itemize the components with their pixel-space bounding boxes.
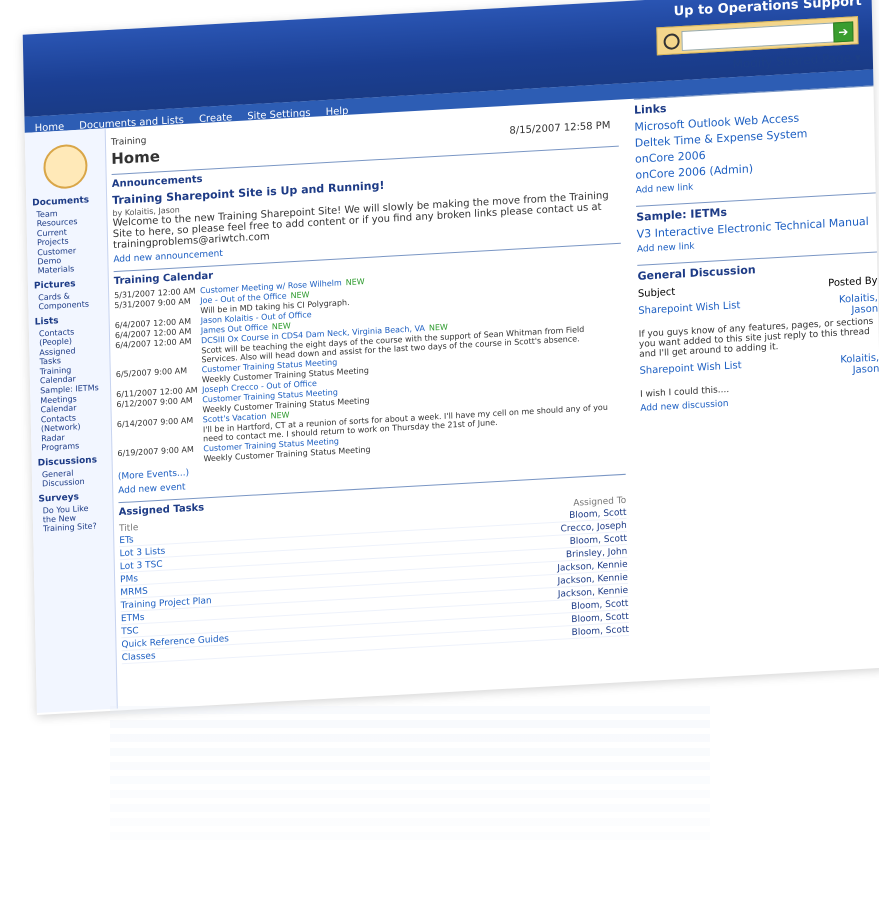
sidebar-item-radar-programs[interactable]: Radar Programs [41, 431, 101, 452]
tasks-col-title[interactable]: Title [119, 523, 138, 534]
links-webpart: Links Microsoft Outlook Web Access Delte… [633, 85, 876, 196]
main-content: Training Home 8/15/2007 12:58 PM Announc… [105, 99, 636, 708]
ietm-webpart: Sample: IETMs V3 Interactive Electronic … [636, 192, 877, 255]
task-assigned[interactable]: Bloom, Scott [571, 599, 629, 612]
go-arrow-icon[interactable]: ➔ [833, 21, 854, 43]
reflection-fade [0, 720, 879, 910]
ghost-line [110, 706, 710, 714]
tasks-webpart: Assigned Tasks Title Assigned To ETs Blo… [118, 473, 630, 665]
discussion-posted-by[interactable]: Kolaitis, Jason [819, 352, 879, 377]
sidebar: Documents Team Resources Current Project… [24, 128, 118, 714]
calendar-date: 6/19/2007 9:00 AM [117, 444, 194, 459]
new-badge: NEW [290, 290, 310, 301]
new-badge: NEW [271, 321, 291, 332]
task-title[interactable]: Classes [122, 651, 156, 663]
calendar-date: 6/5/2007 9:00 AM [115, 366, 188, 380]
task-assigned[interactable]: Brinsley, John [566, 547, 628, 560]
task-assigned[interactable]: Bloom, Scott [569, 508, 627, 521]
task-assigned[interactable]: Bloom, Scott [572, 625, 630, 638]
discussion-col-posted[interactable]: Posted By [828, 275, 878, 289]
task-assigned[interactable]: Jackson, Kennie [557, 573, 627, 587]
search-bar: ➔ [656, 16, 859, 56]
task-assigned[interactable]: Bloom, Scott [571, 612, 629, 625]
sidebar-item-team-resources[interactable]: Team Resources [36, 207, 96, 228]
task-assigned[interactable]: Bloom, Scott [570, 534, 628, 547]
calendar-webpart: Training Calendar 5/31/2007 12:00 AM Cus… [113, 242, 626, 497]
sidebar-item-meetings-calendar[interactable]: Meetings Calendar [40, 393, 100, 414]
task-title[interactable]: ETs [119, 535, 134, 546]
new-badge: NEW [345, 277, 365, 288]
task-assigned[interactable]: Jackson, Kennie [557, 560, 627, 574]
task-assigned[interactable]: Crecco, Joseph [561, 521, 627, 535]
task-assigned[interactable]: Jackson, Kennie [558, 586, 628, 600]
task-title[interactable]: ETMs [121, 613, 145, 624]
search-icon [663, 33, 680, 51]
sidebar-item-general-discussion[interactable]: General Discussion [42, 467, 102, 489]
scene: Up to Operations Support ➔ Modify Shared… [0, 0, 879, 910]
sidebar-item-customer-demo[interactable]: Customer Demo Materials [37, 245, 97, 275]
task-title[interactable]: Lot 3 Lists [119, 547, 165, 560]
discussion-webpart: General Discussion Subject Posted By Sha… [637, 251, 879, 414]
modify-shared-page[interactable]: Modify Shared Page ▾ [732, 50, 861, 71]
tasks-col-assigned[interactable]: Assigned To [573, 496, 626, 509]
sidebar-item-survey[interactable]: Do You Like the New Training Site? [43, 503, 103, 534]
sidebar-item-training-calendar[interactable]: Training Calendar [40, 364, 100, 386]
right-column: Links Microsoft Outlook Web Access Delte… [633, 85, 879, 679]
sidebar-item-current-projects[interactable]: Current Projects [37, 226, 97, 248]
new-badge: NEW [270, 410, 290, 421]
sidebar-item-assigned-tasks[interactable]: Assigned Tasks [39, 345, 99, 366]
calendar-date: 6/14/2007 9:00 AM [116, 415, 194, 430]
sidebar-item-cards[interactable]: Cards & Components [38, 290, 98, 312]
search-input[interactable] [681, 22, 838, 52]
discussion-posted-by[interactable]: Kolaitis, Jason [818, 292, 878, 317]
discussion-subject[interactable]: Sharepoint Wish List [638, 300, 741, 328]
sharepoint-page: Up to Operations Support ➔ Modify Shared… [22, 0, 879, 716]
new-badge: NEW [428, 322, 448, 333]
sidebar-item-contacts-people[interactable]: Contacts (People) [39, 326, 99, 347]
task-title[interactable]: Lot 3 TSC [120, 560, 163, 572]
task-title[interactable]: PMs [120, 574, 138, 585]
sidebar-item-contacts-network[interactable]: Contacts (Network) [41, 412, 101, 433]
task-title[interactable]: TSC [121, 626, 139, 637]
task-title[interactable]: MRMS [120, 587, 148, 599]
discussion-col-subject[interactable]: Subject [638, 287, 676, 300]
discussion-subject[interactable]: Sharepoint Wish List [639, 360, 742, 388]
